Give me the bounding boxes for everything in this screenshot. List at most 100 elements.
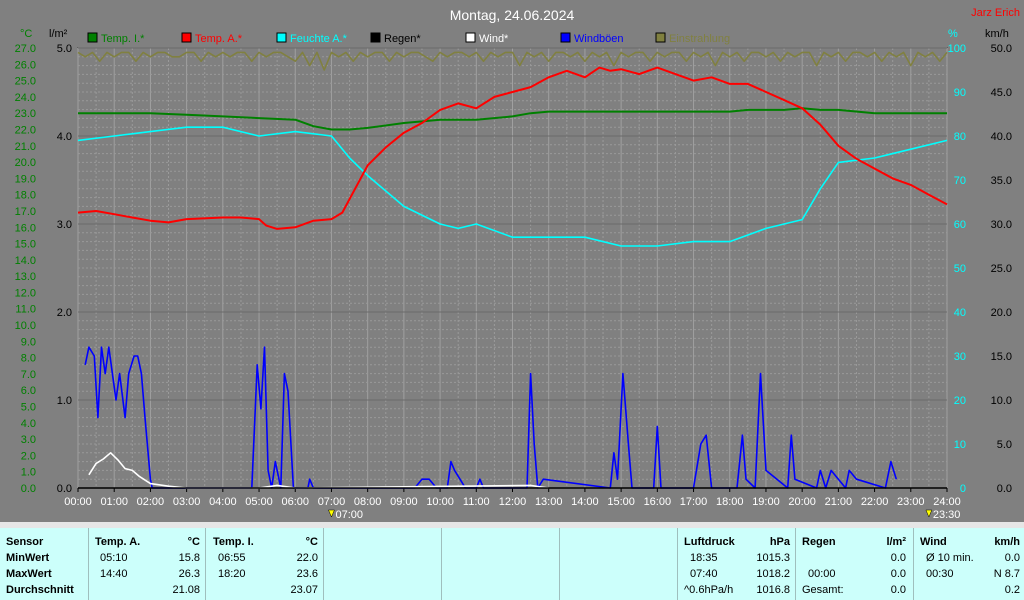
humidity-axis-unit: % xyxy=(948,28,958,40)
wind-tick-label: 5.0 xyxy=(997,439,1012,451)
wind-r1: 0.0 xyxy=(1004,552,1020,564)
temp-tick-label: 17.0 xyxy=(15,206,36,218)
time-tick-label: 11:00 xyxy=(463,496,490,508)
wind-header: Wind xyxy=(920,536,947,548)
temp-tick-label: 7.0 xyxy=(21,369,36,381)
temp-out-unit: °C xyxy=(187,536,200,548)
time-tick-label: 07:00 xyxy=(318,496,346,508)
temp-tick-label: 18.0 xyxy=(15,190,36,202)
wind-r1-label: Ø 10 min. xyxy=(926,552,974,564)
stats-panel: Sensor MinWert MaxWert Durchschnitt Temp… xyxy=(0,528,1024,600)
legend-swatch xyxy=(655,32,666,43)
time-tick-label: 10:00 xyxy=(426,496,454,508)
temp-in-max: 23.6 xyxy=(296,568,318,580)
temp-tick-label: 21.0 xyxy=(15,141,36,153)
temp-tick-label: 20.0 xyxy=(15,157,36,169)
sensor-header: Sensor xyxy=(6,536,44,548)
pressure-min-time: 18:35 xyxy=(690,552,718,564)
wind-tick-label: 45.0 xyxy=(991,87,1012,99)
time-tick-label: 22:00 xyxy=(861,496,889,508)
temp-tick-label: 12.0 xyxy=(15,287,36,299)
legend-label: Windböen xyxy=(574,33,624,45)
time-tick-label: 24:00 xyxy=(933,496,961,508)
time-tick-label: 01:00 xyxy=(100,496,128,508)
temp-tick-label: 2.0 xyxy=(21,450,36,462)
temp-tick-label: 15.0 xyxy=(15,239,36,251)
wind-r2-label: 00:30 xyxy=(926,568,954,580)
sunset-label: 23:30 xyxy=(933,509,961,521)
humidity-tick-label: 40 xyxy=(954,307,966,319)
temp-tick-label: 16.0 xyxy=(15,222,36,234)
time-tick-label: 15:00 xyxy=(607,496,635,508)
humidity-tick-label: 80 xyxy=(954,131,966,143)
wind-axis-unit: km/h xyxy=(985,28,1009,40)
temp-axis-unit: °C xyxy=(20,28,32,40)
row-max-label: MaxWert xyxy=(6,568,52,580)
temp-tick-label: 3.0 xyxy=(21,434,36,446)
rain-axis-unit: l/m² xyxy=(49,28,68,40)
rain-tick-label: 4.0 xyxy=(57,131,72,143)
time-tick-label: 00:00 xyxy=(64,496,92,508)
rain-r2-label: 00:00 xyxy=(808,568,836,580)
legend-swatch xyxy=(370,32,381,43)
wind-tick-label: 50.0 xyxy=(991,43,1012,55)
time-tick-label: 05:00 xyxy=(245,496,273,508)
temp-tick-label: 1.0 xyxy=(21,467,36,479)
time-tick-label: 06:00 xyxy=(281,496,309,508)
rain-tick-label: 2.0 xyxy=(57,307,72,319)
wind-r3: 0.2 xyxy=(1004,584,1020,596)
time-tick-label: 14:00 xyxy=(571,496,599,508)
time-tick-label: 19:00 xyxy=(752,496,780,508)
wind-tick-label: 20.0 xyxy=(991,307,1012,319)
time-tick-label: 08:00 xyxy=(354,496,382,508)
legend-label: Feuchte A.* xyxy=(290,33,348,45)
wind-tick-label: 25.0 xyxy=(991,263,1012,275)
rain-tick-label: 0.0 xyxy=(57,483,72,495)
wind-tick-label: 30.0 xyxy=(991,219,1012,231)
temp-in-max-time: 18:20 xyxy=(218,568,246,580)
legend-swatch xyxy=(87,32,98,43)
wind-tick-label: 40.0 xyxy=(991,131,1012,143)
pressure-trend: 1016.8 xyxy=(756,584,790,596)
temp-tick-label: 26.0 xyxy=(15,59,36,71)
wind-unit: km/h xyxy=(994,536,1020,548)
rain-unit: l/m² xyxy=(886,536,906,548)
temp-out-min: 15.8 xyxy=(178,552,200,564)
time-tick-label: 04:00 xyxy=(209,496,237,508)
rain-header: Regen xyxy=(802,536,836,548)
legend-swatch xyxy=(560,32,571,43)
pressure-header: Luftdruck xyxy=(684,536,735,548)
chart-title: Montag, 24.06.2024 xyxy=(450,7,575,23)
temp-out-max-time: 14:40 xyxy=(100,568,128,580)
rain-tick-label: 5.0 xyxy=(57,43,72,55)
wind-tick-label: 0.0 xyxy=(997,483,1012,495)
temp-tick-label: 27.0 xyxy=(15,43,36,55)
legend-label: Temp. I.* xyxy=(101,33,145,45)
row-avg-label: Durchschnitt xyxy=(6,584,74,596)
legend-label: Wind* xyxy=(479,33,509,45)
humidity-tick-label: 20 xyxy=(954,395,966,407)
humidity-tick-label: 70 xyxy=(954,175,966,187)
temp-tick-label: 25.0 xyxy=(15,76,36,88)
wind-tick-label: 35.0 xyxy=(991,175,1012,187)
legend-label: Einstrahlung xyxy=(669,33,730,45)
temp-tick-label: 13.0 xyxy=(15,271,36,283)
humidity-tick-label: 100 xyxy=(948,43,966,55)
legend-swatch xyxy=(276,32,287,43)
temp-tick-label: 24.0 xyxy=(15,92,36,104)
temp-tick-label: 9.0 xyxy=(21,336,36,348)
temp-tick-label: 19.0 xyxy=(15,173,36,185)
temp-tick-label: 8.0 xyxy=(21,353,36,365)
temp-tick-label: 11.0 xyxy=(15,304,36,316)
temp-in-min-time: 06:55 xyxy=(218,552,246,564)
temp-in-header: Temp. I. xyxy=(213,536,254,548)
temp-out-max: 26.3 xyxy=(178,568,200,580)
wind-r2: N 8.7 xyxy=(993,568,1020,580)
row-min-label: MinWert xyxy=(6,552,50,564)
wind-tick-label: 10.0 xyxy=(991,395,1012,407)
temp-tick-label: 6.0 xyxy=(21,385,36,397)
time-tick-label: 18:00 xyxy=(716,496,744,508)
wind-tick-label: 15.0 xyxy=(991,351,1012,363)
time-tick-label: 20:00 xyxy=(788,496,816,508)
temp-tick-label: 5.0 xyxy=(21,402,36,414)
